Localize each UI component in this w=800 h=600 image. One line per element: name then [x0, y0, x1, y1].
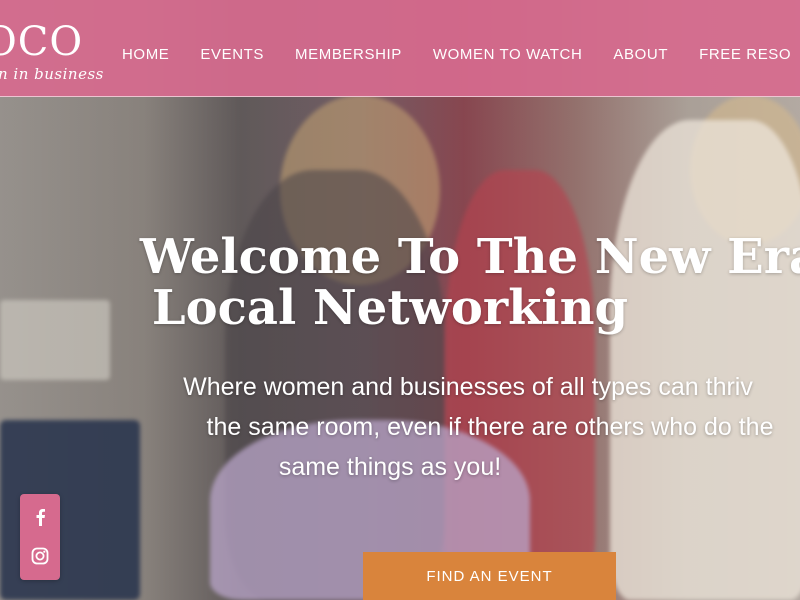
site-logo[interactable]: OCO n in business	[0, 19, 103, 83]
nav-item-women-to-watch[interactable]: WOMEN TO WATCH	[433, 46, 583, 64]
hero-subtitle-line-2: the same room, even if there are others …	[206, 413, 774, 441]
instagram-icon	[31, 547, 49, 570]
site-header: OCO n in business HOME EVENTS MEMBERSHIP…	[0, 0, 800, 97]
hero-subtitle-line-1: Where women and businesses of all types …	[183, 373, 753, 401]
nav-item-home[interactable]: HOME	[122, 46, 169, 64]
hero-title-line-2: Local Networking	[151, 280, 629, 336]
hero-title-line-1: Welcome To The New Era	[139, 229, 800, 285]
hero-subtitle-line-3: same things as you!	[278, 453, 502, 481]
facebook-icon	[34, 508, 46, 531]
main-nav: HOME EVENTS MEMBERSHIP WOMEN TO WATCH AB…	[122, 46, 800, 64]
nav-item-about[interactable]: ABOUT	[613, 46, 668, 64]
nav-item-free-resources[interactable]: FREE RESO	[699, 46, 791, 64]
hero-subtitle: Where women and businesses of all types …	[100, 367, 800, 487]
hero-title: Welcome To The New Era Local Networking	[100, 232, 800, 334]
nav-item-membership[interactable]: MEMBERSHIP	[295, 46, 402, 64]
logo-wordmark: OCO	[0, 19, 84, 65]
instagram-link[interactable]	[20, 538, 60, 578]
nav-item-events[interactable]: EVENTS	[200, 46, 264, 64]
social-bar	[20, 494, 60, 580]
find-an-event-button[interactable]: FIND AN EVENT	[363, 552, 616, 600]
facebook-link[interactable]	[20, 499, 60, 539]
logo-tagline: n in business	[0, 65, 104, 83]
